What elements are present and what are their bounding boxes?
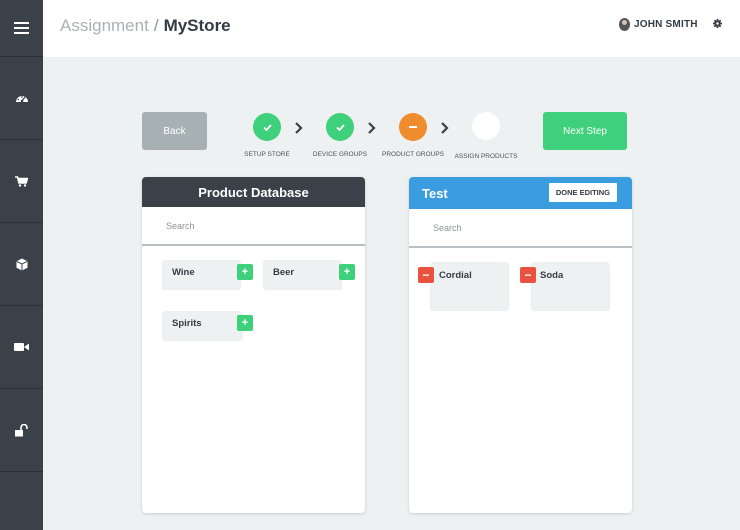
product-group-header: Test DONE EDITING: [409, 177, 632, 209]
sidebar-item-products[interactable]: [0, 223, 43, 306]
breadcrumb: Assignment / MyStore: [60, 16, 231, 36]
menu-button[interactable]: [0, 0, 43, 57]
sidebar-item-security[interactable]: [0, 389, 43, 472]
next-step-button[interactable]: Next Step: [543, 112, 627, 150]
product-database-header: Product Database: [142, 177, 365, 207]
sidebar-empty-slot: [0, 472, 43, 530]
menu-icon: [14, 22, 29, 34]
group-item-label: Cordial: [439, 270, 472, 281]
gear-icon[interactable]: [713, 19, 722, 28]
product-item-label: Spirits: [172, 318, 202, 329]
panel-title: Product Database: [198, 184, 309, 200]
step-label-assign-products: ASSIGN PRODUCTS: [454, 153, 518, 160]
breadcrumb-current: MyStore: [163, 16, 231, 35]
sidebar-item-media[interactable]: [0, 306, 43, 389]
checkmark-icon: [335, 123, 345, 131]
step-setup-store[interactable]: [253, 113, 281, 141]
minus-icon: [409, 126, 417, 128]
remove-soda-button[interactable]: −: [520, 267, 536, 283]
video-camera-icon: [14, 343, 29, 351]
product-group-search-input[interactable]: Search: [409, 209, 632, 248]
avatar: [619, 18, 630, 31]
breadcrumb-separator: /: [153, 16, 159, 35]
product-database-panel: Product Database Search Wine + Beer + Sp…: [142, 177, 365, 513]
checkmark-icon: [262, 123, 272, 131]
add-spirits-button[interactable]: +: [237, 315, 253, 331]
sidebar: [0, 0, 43, 530]
sidebar-item-cart[interactable]: [0, 140, 43, 223]
chevron-right-icon: [295, 122, 303, 134]
product-database-search-input[interactable]: Search: [142, 207, 365, 246]
unlock-icon: [15, 423, 28, 436]
remove-cordial-button[interactable]: −: [418, 267, 434, 283]
done-editing-button[interactable]: DONE EDITING: [548, 183, 617, 202]
product-item-label: Wine: [172, 267, 195, 278]
sidebar-item-dashboard[interactable]: [0, 57, 43, 140]
user-menu[interactable]: JOHN SMITH: [619, 18, 698, 31]
step-product-groups[interactable]: [399, 113, 427, 141]
add-wine-button[interactable]: +: [237, 264, 253, 280]
top-header: Assignment / MyStore JOHN SMITH: [43, 0, 740, 57]
chevron-right-icon: [441, 122, 449, 134]
chevron-right-icon: [368, 122, 376, 134]
step-device-groups[interactable]: [326, 113, 354, 141]
add-beer-button[interactable]: +: [339, 264, 355, 280]
group-item-label: Soda: [540, 270, 564, 281]
cart-icon: [15, 175, 28, 187]
product-item-label: Beer: [273, 267, 295, 278]
back-button[interactable]: Back: [142, 112, 207, 150]
panel-title: Test: [422, 185, 448, 201]
dashboard-icon: [15, 96, 28, 103]
box-icon: [16, 258, 27, 270]
user-name: JOHN SMITH: [634, 19, 698, 30]
step-assign-products[interactable]: [472, 112, 500, 140]
breadcrumb-parent[interactable]: Assignment: [60, 16, 149, 35]
product-group-panel: Test DONE EDITING Search − Cordial − Sod…: [409, 177, 632, 513]
